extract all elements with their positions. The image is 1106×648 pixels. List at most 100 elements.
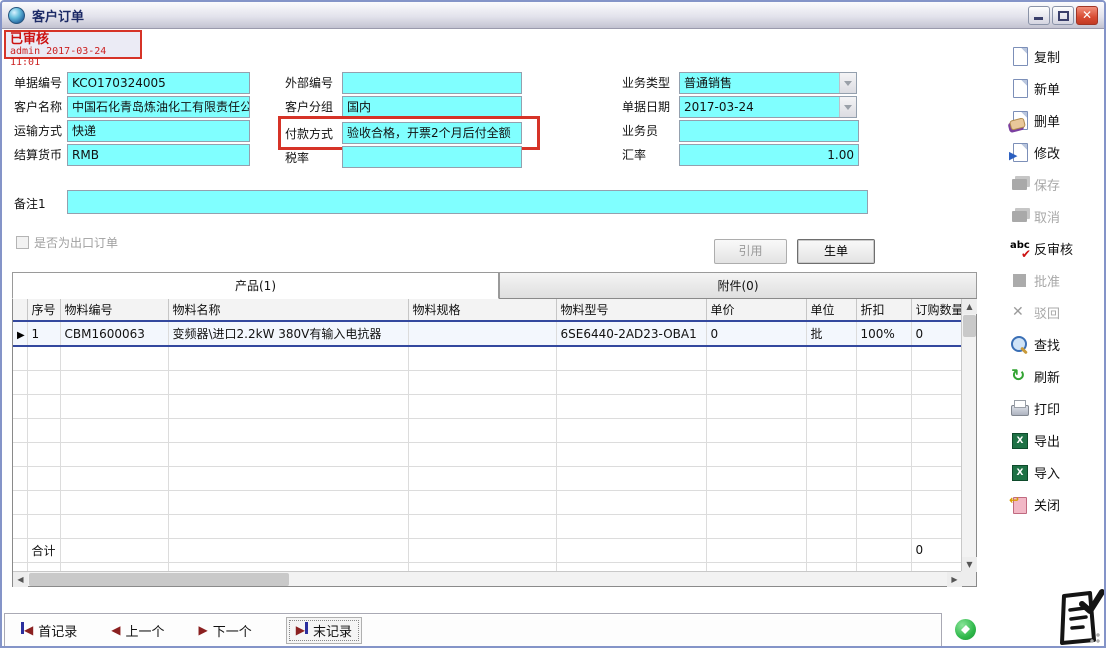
grid-header-row: 序号 物料编号 物料名称 物料规格 物料型号 单价 单位 折扣 订购数量 <box>13 299 962 321</box>
row-selector-cell[interactable]: ▶ <box>13 321 27 346</box>
empty-cell <box>706 346 806 370</box>
audit-status-box: 已审核 admin 2017-03-24 11:01 <box>4 30 142 59</box>
empty-cell <box>60 370 168 394</box>
modify-icon <box>1010 143 1029 162</box>
empty-cell <box>408 346 556 370</box>
prev-record-icon: ◀ <box>111 624 120 636</box>
sidebar-item-delete[interactable]: 删单 <box>1010 110 1104 130</box>
cell-material-code[interactable]: CBM1600063 <box>60 321 168 346</box>
vertical-scroll-thumb[interactable] <box>963 315 976 337</box>
prev-record-button[interactable]: ◀ 上一个 <box>111 621 164 640</box>
horizontal-scroll-thumb[interactable] <box>29 573 289 586</box>
empty-cell <box>60 418 168 442</box>
cell-material-name[interactable]: 变频器\进口2.2kW 380V有输入电抗器 <box>168 321 408 346</box>
vertical-scrollbar[interactable]: ▲ ▼ <box>961 299 976 572</box>
close-button[interactable]: ✕ <box>1076 6 1098 25</box>
empty-cell <box>13 442 27 466</box>
rate-label: 汇率 <box>622 145 646 165</box>
sidebar-item-export[interactable]: 导出 <box>1010 430 1104 450</box>
header-material-model[interactable]: 物料型号 <box>556 299 706 321</box>
currency-field[interactable]: RMB <box>67 144 250 166</box>
cell-no[interactable]: 1 <box>27 321 60 346</box>
empty-cell <box>408 490 556 514</box>
external-no-field[interactable] <box>342 72 522 94</box>
group-field[interactable]: 国内 <box>342 96 522 118</box>
chevron-down-icon[interactable] <box>839 97 856 117</box>
payment-field[interactable]: 验收合格，开票2个月后付全额 <box>342 122 522 144</box>
empty-cell <box>911 418 962 442</box>
empty-cell <box>27 346 60 370</box>
sidebar-item-unaudit[interactable]: 反审核 <box>1010 238 1104 258</box>
cell-material-spec[interactable] <box>408 321 556 346</box>
cell-discount[interactable]: 100% <box>856 321 911 346</box>
sidebar-item-save: 保存 <box>1010 174 1104 194</box>
audit-meta: admin 2017-03-24 11:01 <box>10 46 136 68</box>
last-record-button[interactable]: ▶ 末记录 <box>286 617 362 644</box>
copy-icon <box>1010 47 1029 66</box>
generate-order-button[interactable]: 生单 <box>797 239 875 264</box>
customer-field[interactable]: 中国石化青岛炼油化工有限责任公司 <box>67 96 250 118</box>
sidebar-item-search[interactable]: 查找 <box>1010 334 1104 354</box>
sidebar-item-new[interactable]: 新单 <box>1010 78 1104 98</box>
header-unit-price[interactable]: 单价 <box>706 299 806 321</box>
empty-cell <box>706 490 806 514</box>
sidebar-item-modify[interactable]: 修改 <box>1010 142 1104 162</box>
title-bar[interactable]: 客户订单 ✕ <box>2 2 1104 29</box>
cite-button[interactable]: 引用 <box>714 239 787 264</box>
resize-grip[interactable] <box>1090 633 1100 643</box>
empty-cell <box>27 442 60 466</box>
sidebar-item-import[interactable]: 导入 <box>1010 462 1104 482</box>
remark-field[interactable] <box>67 190 868 214</box>
header-discount[interactable]: 折扣 <box>856 299 911 321</box>
tab-attachment[interactable]: 附件(0) <box>499 272 977 299</box>
empty-row <box>13 394 962 418</box>
chevron-down-icon[interactable] <box>839 73 856 93</box>
table-row-selected[interactable]: ▶ 1 CBM1600063 变频器\进口2.2kW 380V有输入电抗器 6S… <box>13 321 962 346</box>
tab-product[interactable]: 产品(1) <box>12 272 499 299</box>
sidebar-item-cancel: 取消 <box>1010 206 1104 226</box>
sidebar-item-label: 驳回 <box>1034 303 1060 322</box>
date-select[interactable]: 2017-03-24 <box>679 96 857 118</box>
empty-cell <box>706 442 806 466</box>
empty-cell <box>168 370 408 394</box>
app-globe-icon <box>8 7 25 24</box>
cell-unit[interactable]: 批 <box>806 321 856 346</box>
header-no[interactable]: 序号 <box>27 299 60 321</box>
empty-cell <box>408 466 556 490</box>
nav-label: 下一个 <box>213 621 252 640</box>
next-record-button[interactable]: ▶ 下一个 <box>199 621 252 640</box>
first-record-button[interactable]: ◀ 首记录 <box>21 621 77 640</box>
empty-cell <box>60 466 168 490</box>
tax-field[interactable] <box>342 146 522 168</box>
row-pointer-icon: ▶ <box>17 330 25 341</box>
sidebar-item-print[interactable]: 打印 <box>1010 398 1104 418</box>
export-order-checkbox[interactable] <box>16 236 29 249</box>
sidebar-item-copy[interactable]: 复制 <box>1010 46 1104 66</box>
cell-material-model[interactable]: 6SE6440-2AD23-OBA1 <box>556 321 706 346</box>
cell-order-qty[interactable]: 0 <box>911 321 962 346</box>
salesman-field[interactable] <box>679 120 859 142</box>
empty-row <box>13 490 962 514</box>
excel-export-icon <box>1010 431 1029 450</box>
horizontal-scrollbar[interactable]: ◀ ▶ <box>13 571 962 586</box>
header-material-code[interactable]: 物料编号 <box>60 299 168 321</box>
header-material-spec[interactable]: 物料规格 <box>408 299 556 321</box>
sidebar-item-label: 刷新 <box>1034 367 1060 386</box>
cell-unit-price[interactable]: 0 <box>706 321 806 346</box>
sidebar-item-close[interactable]: 关闭 <box>1010 494 1104 514</box>
delete-order-icon <box>1010 111 1029 130</box>
scroll-right-icon[interactable]: ▶ <box>947 572 962 587</box>
scroll-left-icon[interactable]: ◀ <box>13 572 28 587</box>
biz-type-select[interactable]: 普通销售 <box>679 72 857 94</box>
maximize-button[interactable] <box>1052 6 1074 25</box>
header-order-qty[interactable]: 订购数量 <box>911 299 962 321</box>
transport-field[interactable]: 快递 <box>67 120 250 142</box>
scroll-up-icon[interactable]: ▲ <box>962 299 977 314</box>
sidebar-item-refresh[interactable]: 刷新 <box>1010 366 1104 386</box>
rate-field[interactable]: 1.00 <box>679 144 859 166</box>
minimize-button[interactable] <box>1028 6 1050 25</box>
header-unit[interactable]: 单位 <box>806 299 856 321</box>
doc-no-field[interactable]: KCO170324005 <box>67 72 250 94</box>
header-material-name[interactable]: 物料名称 <box>168 299 408 321</box>
scroll-down-icon[interactable]: ▼ <box>962 557 977 572</box>
